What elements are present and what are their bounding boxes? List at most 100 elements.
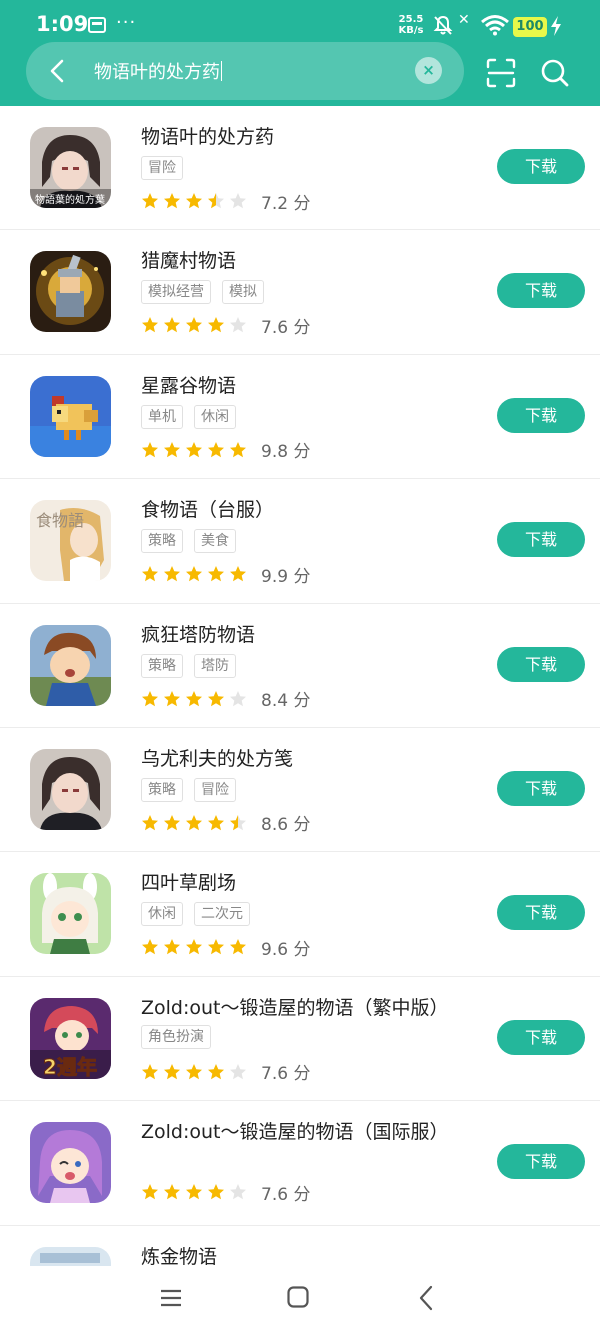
app-icon[interactable]	[30, 375, 111, 457]
download-button[interactable]: 下载	[497, 770, 585, 806]
app-icon[interactable]: 2週年	[30, 997, 111, 1079]
score-value: 7.6	[261, 1064, 289, 1085]
app-title[interactable]: Zold:out～锻造屋的物语（国际服）	[141, 1117, 449, 1144]
app-icon[interactable]: 物語葉的処方葉	[30, 127, 111, 208]
list-item[interactable]: 猎魔村物语 模拟经营 模拟 7.6 分 下载	[0, 230, 600, 355]
tag: 策略	[141, 653, 183, 678]
star-filled-icon	[164, 814, 180, 831]
star-filled-icon	[164, 939, 180, 955]
star-filled-icon	[186, 690, 202, 706]
star-rating	[141, 814, 247, 832]
home-icon[interactable]	[287, 1286, 309, 1308]
tag-list: 模拟经营 模拟	[141, 280, 264, 305]
star-filled-icon	[142, 441, 158, 458]
download-button[interactable]: 下载	[497, 646, 585, 682]
score-value: 7.2	[261, 193, 289, 214]
score: 8.6 分	[261, 810, 310, 835]
star-filled-icon	[164, 1184, 180, 1200]
app-title[interactable]: 物语叶的处方药	[141, 122, 274, 149]
no-sim-icon: ✕	[458, 12, 470, 28]
rating: 9.8 分	[141, 439, 310, 462]
mute-bell-icon	[433, 15, 453, 35]
download-button[interactable]: 下载	[497, 522, 585, 558]
rating: 9.6 分	[141, 935, 310, 960]
app-title[interactable]: 星露谷物语	[141, 371, 236, 398]
app-icon[interactable]	[30, 1246, 111, 1266]
list-item[interactable]: 疯狂塔防物语 策略 塔防 8.4 分 下载	[0, 604, 600, 728]
search-icon[interactable]	[540, 58, 570, 88]
score: 9.6 分	[261, 935, 310, 960]
wifi-icon	[481, 15, 509, 36]
download-button[interactable]: 下载	[497, 1019, 585, 1055]
score-value: 8.4	[261, 691, 289, 712]
download-button[interactable]: 下载	[497, 149, 585, 184]
tag-list: 策略 美食	[141, 529, 236, 554]
app-icon[interactable]	[30, 873, 111, 955]
score-unit: 分	[293, 1064, 311, 1085]
app-title[interactable]: Zold:out～锻造屋的物语（繁中版）	[141, 993, 449, 1020]
tag: 休闲	[194, 404, 236, 429]
app-title[interactable]: 乌尤利夫的处方笺	[141, 744, 293, 771]
list-item[interactable]: 物語葉的処方葉 物语叶的处方药 冒险 7.2 分 下载	[0, 106, 600, 231]
clear-search-button[interactable]: ×	[415, 57, 442, 84]
tag-list: 休闲 二次元	[141, 902, 250, 927]
tag: 冒险	[194, 777, 236, 802]
app-icon[interactable]: 食物語	[30, 500, 111, 582]
tag: 休闲	[141, 902, 183, 927]
star-empty-icon	[230, 690, 246, 706]
menu-icon[interactable]	[160, 1288, 182, 1308]
chevron-left-icon[interactable]	[46, 58, 70, 84]
score: 7.2 分	[261, 189, 310, 214]
search-input[interactable]: 物语叶的处方药	[94, 58, 222, 84]
app-icon[interactable]	[30, 624, 111, 706]
network-speed: 25.5 KB/s	[394, 14, 428, 36]
download-button[interactable]: 下载	[497, 397, 585, 433]
app-title[interactable]: 炼金物语	[141, 1242, 217, 1266]
star-filled-icon	[164, 690, 180, 706]
list-item[interactable]: 炼金物语	[0, 1226, 600, 1266]
list-item[interactable]: 食物語 食物语（台服） 策略 美食 9.9 分 下载	[0, 479, 600, 604]
star-filled-icon	[186, 193, 202, 209]
star-rating	[141, 938, 247, 956]
score-unit: 分	[293, 566, 311, 587]
list-item[interactable]: 四叶草剧场 休闲 二次元 9.6 分 下载	[0, 852, 600, 977]
rating: 8.4 分	[141, 688, 310, 712]
list-item[interactable]: 星露谷物语 单机 休闲 9.8 分 下载	[0, 355, 600, 480]
list-item[interactable]: Zold:out～锻造屋的物语（国际服） 7.6 分 下载	[0, 1101, 600, 1226]
rating: 8.6 分	[141, 810, 310, 835]
app-title[interactable]: 食物语（台服）	[141, 495, 274, 522]
star-empty-icon	[230, 1184, 246, 1200]
list-item[interactable]: 2週年 Zold:out～锻造屋的物语（繁中版） 角色扮演 7.6 分 下载	[0, 977, 600, 1102]
star-half-icon	[208, 193, 224, 209]
score: 7.6 分	[261, 1180, 310, 1205]
tag: 塔防	[194, 653, 236, 678]
list-item[interactable]: 乌尤利夫的处方笺 策略 冒险 8.6 分 下载	[0, 728, 600, 853]
score-value: 9.9	[261, 566, 289, 587]
back-icon[interactable]	[417, 1285, 435, 1311]
search-bar[interactable]: 物语叶的处方药 ×	[26, 42, 464, 100]
app-title[interactable]: 四叶草剧场	[141, 868, 236, 895]
app-icon[interactable]	[30, 1122, 111, 1204]
score-value: 7.6	[261, 317, 289, 338]
download-button[interactable]: 下载	[497, 895, 585, 931]
star-filled-icon	[186, 317, 202, 333]
battery-level: 100	[513, 17, 547, 37]
tag: 模拟经营	[141, 280, 211, 305]
app-title[interactable]: 猎魔村物语	[141, 246, 236, 273]
star-filled-icon	[142, 814, 158, 831]
scan-icon[interactable]	[486, 58, 516, 88]
app-icon[interactable]	[30, 748, 111, 830]
download-button[interactable]: 下载	[497, 1144, 585, 1180]
score-value: 7.6	[261, 1184, 289, 1205]
tag: 二次元	[194, 902, 250, 927]
top-bar: 1:09 ··· 25.5 KB/s ✕ 100 物语叶的处方药 ×	[0, 0, 600, 106]
star-filled-icon	[208, 1184, 224, 1200]
download-button[interactable]: 下载	[497, 273, 585, 309]
search-results-list[interactable]: 物語葉的処方葉 物语叶的处方药 冒险 7.2 分 下载 猎魔村物语 模拟经营 模…	[0, 106, 600, 1266]
score-unit: 分	[293, 815, 311, 836]
app-title[interactable]: 疯狂塔防物语	[141, 620, 255, 647]
star-filled-icon	[164, 566, 180, 582]
more-notifications-icon: ···	[116, 12, 137, 33]
star-filled-icon	[208, 814, 224, 831]
app-icon[interactable]	[30, 251, 111, 333]
